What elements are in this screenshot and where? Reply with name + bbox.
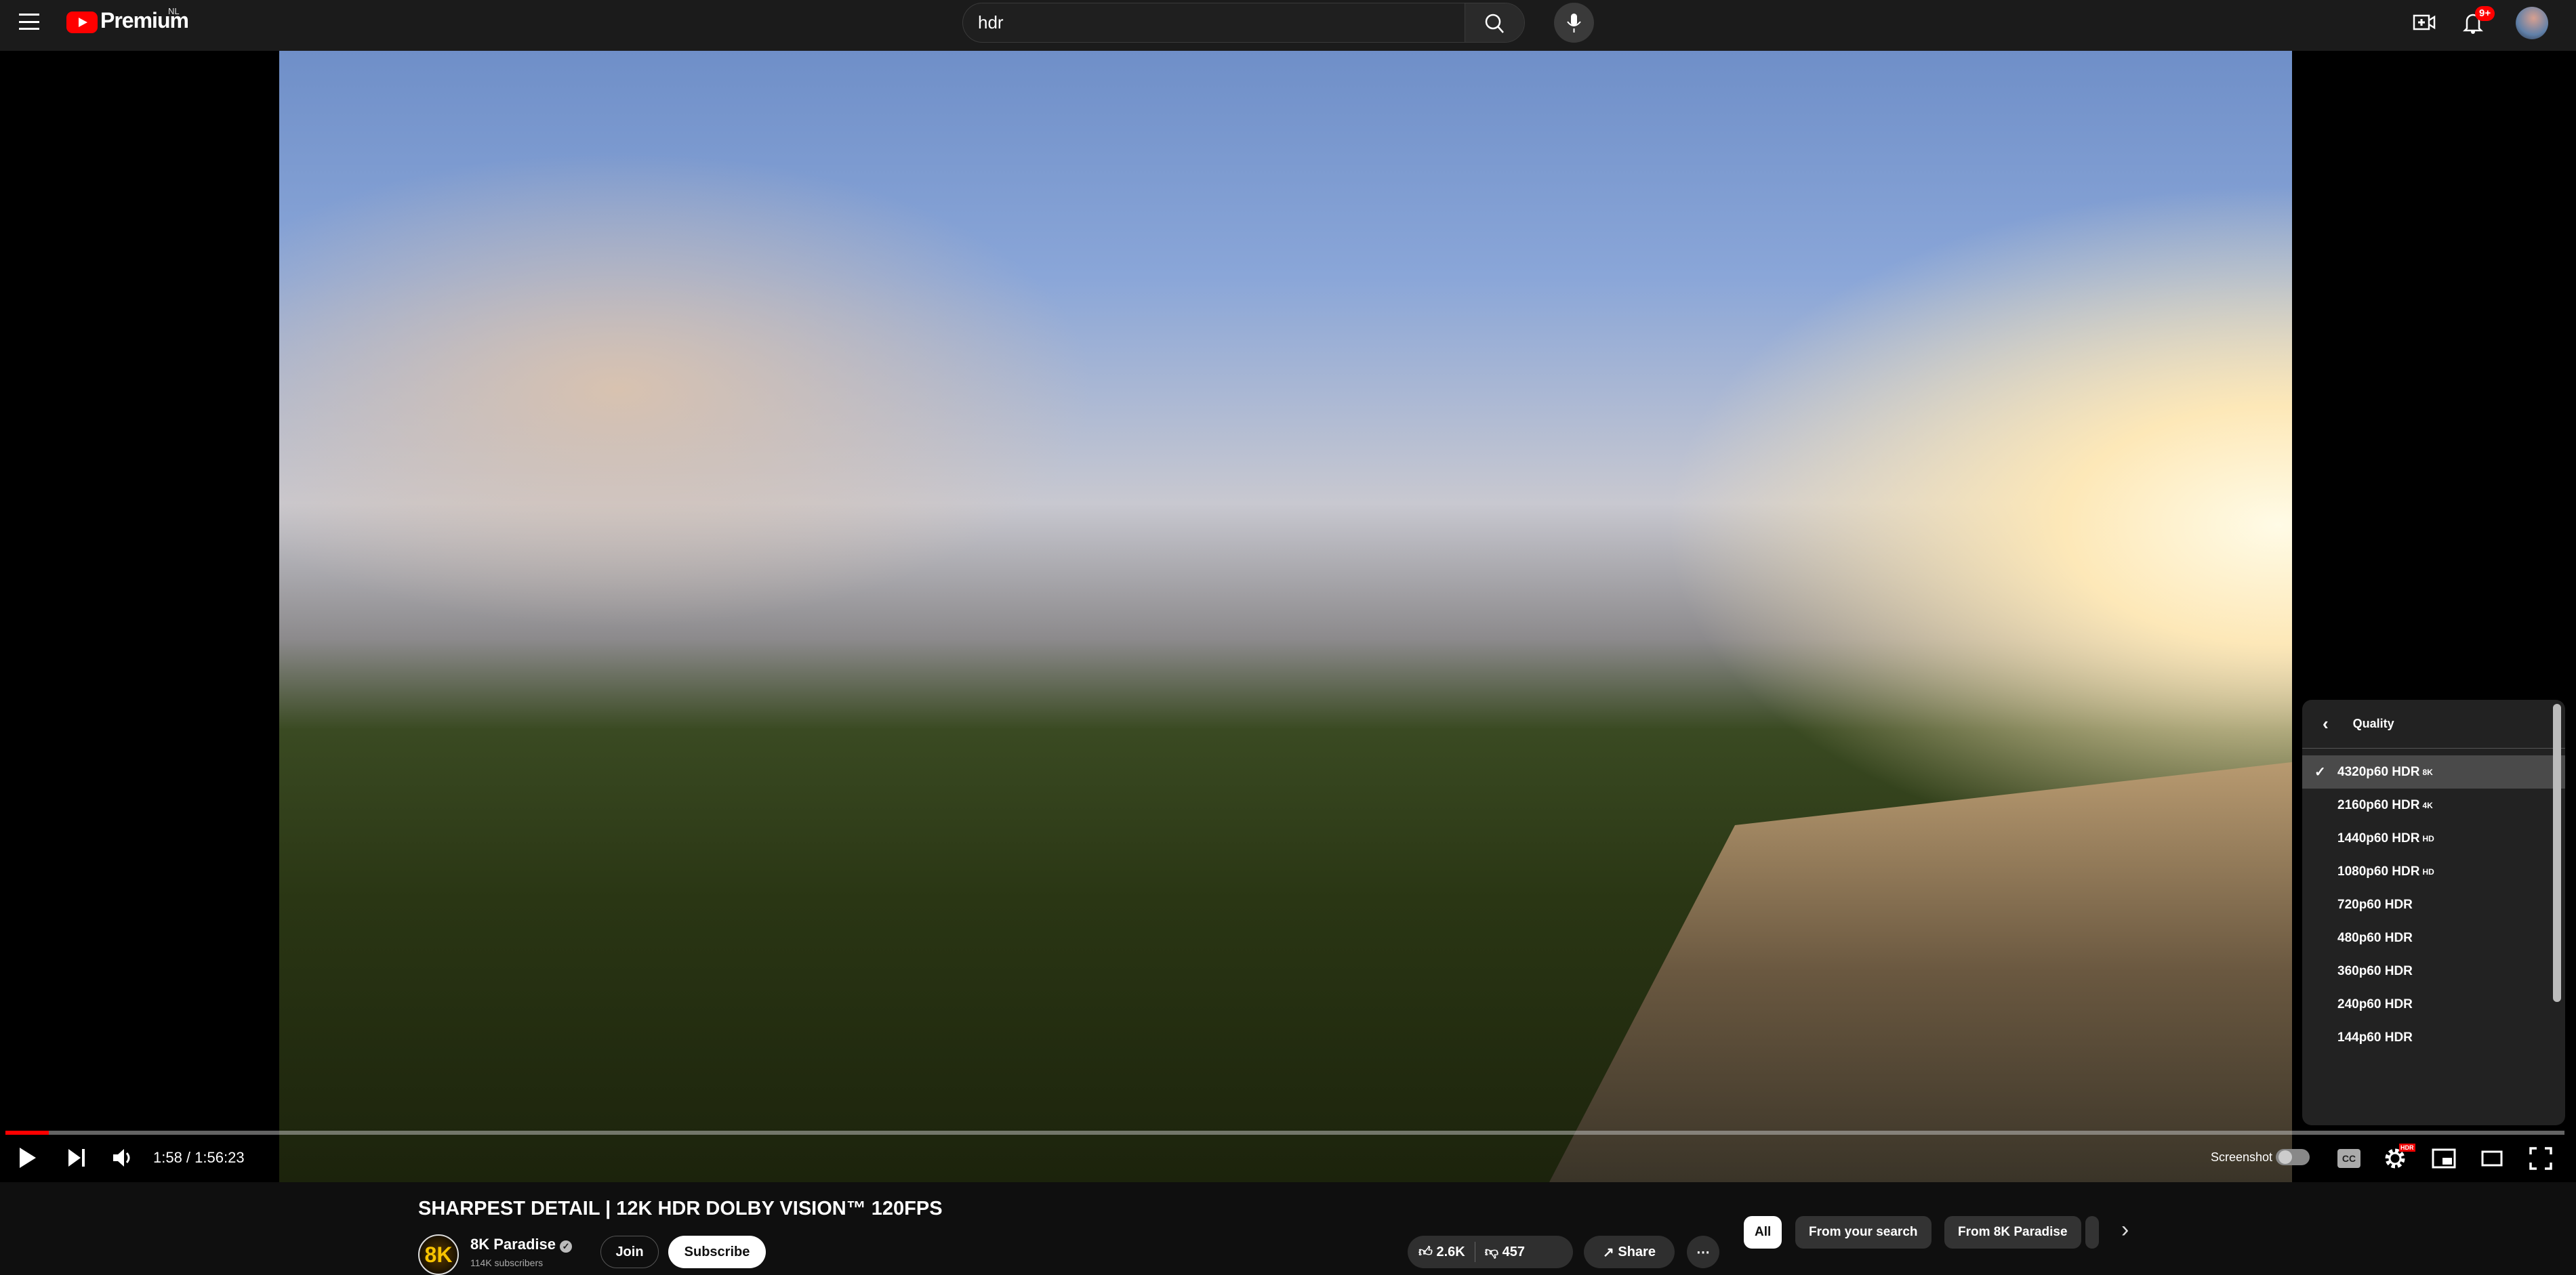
quality-option[interactable]: 360p60 HDR [2302, 955, 2565, 988]
time-display: 1:58 / 1:56:23 [153, 1149, 245, 1166]
search-input[interactable] [978, 3, 1425, 42]
video-title: SHARPEST DETAIL | 12K HDR DOLBY VISION™ … [418, 1198, 943, 1219]
quality-option[interactable]: 1080p60 HDR HD [2302, 855, 2565, 888]
checkmark-icon: ✓ [2314, 765, 2326, 780]
quality-option[interactable]: ✓ 4320p60 HDR 8K [2302, 755, 2565, 789]
quality-option-label: 720p60 HDR [2337, 897, 2413, 912]
quality-option[interactable]: 144p60 HDR [2302, 1021, 2565, 1054]
quality-badge: HD [2422, 833, 2434, 843]
fullscreen-icon[interactable] [2529, 1147, 2552, 1170]
quality-option-label: 1440p60 HDR [2337, 831, 2420, 845]
quality-option[interactable]: 1440p60 HDR HD [2302, 822, 2565, 855]
subscriber-count: 114K subscribers [470, 1257, 544, 1268]
volume-icon[interactable] [112, 1148, 135, 1168]
video-frame[interactable] [279, 51, 2292, 1182]
quality-option-label: 2160p60 HDR [2337, 797, 2420, 812]
search-icon [1485, 14, 1504, 33]
chip-all[interactable]: All [1744, 1216, 1782, 1249]
quality-option[interactable]: 480p60 HDR [2302, 921, 2565, 955]
quality-menu-title: Quality [2352, 717, 2394, 730]
region-code: NL [168, 6, 180, 16]
dislike-button[interactable]: 👎︎ 457 [1485, 1244, 1525, 1260]
next-video-icon[interactable] [66, 1148, 87, 1168]
thumbs-down-icon: 👎︎ [1484, 1245, 1499, 1259]
quality-badge: HD [2422, 866, 2434, 877]
quality-option[interactable]: 720p60 HDR [2302, 888, 2565, 921]
screenshot-label: Screenshot [2211, 1150, 2273, 1164]
top-bar: Premium NL ✕ 9+ [0, 0, 2576, 51]
channel-name[interactable]: 8K Paradise ✓ [470, 1236, 573, 1253]
chip-overflow[interactable] [2085, 1216, 2099, 1249]
user-avatar[interactable] [2516, 7, 2548, 39]
share-label: Share [1618, 1244, 1656, 1259]
quality-menu-header[interactable]: ‹ Quality [2302, 700, 2565, 749]
share-arrow-icon: ↗ [1603, 1245, 1618, 1260]
quality-option-label: 240p60 HDR [2337, 997, 2413, 1011]
thumbs-up-icon: 👍︎ [1418, 1245, 1433, 1259]
theater-mode-icon[interactable] [2480, 1150, 2503, 1167]
play-icon[interactable] [17, 1146, 37, 1169]
screenshot-toggle[interactable] [2276, 1149, 2310, 1165]
quality-option-label: 360p60 HDR [2337, 963, 2413, 978]
dislike-count: 457 [1502, 1245, 1525, 1259]
youtube-logo-icon[interactable] [66, 12, 98, 33]
progress-bar[interactable] [5, 1131, 2564, 1135]
progress-bar-fill [5, 1131, 49, 1135]
chip-from-your-search[interactable]: From your search [1795, 1216, 1931, 1249]
chip-from-channel[interactable]: From 8K Paradise [1944, 1216, 2081, 1249]
quality-badge: 4K [2422, 800, 2433, 810]
hamburger-menu-icon[interactable] [19, 14, 39, 30]
channel-avatar[interactable]: 8K [418, 1234, 459, 1275]
captions-icon[interactable]: CC [2337, 1149, 2360, 1168]
search-box: ✕ [962, 3, 1525, 43]
quality-menu: ‹ Quality ✓ 4320p60 HDR 8K 2160p60 HDR 4K 1440… [2302, 700, 2565, 1125]
quality-option-label: 480p60 HDR [2337, 930, 2413, 945]
hdr-badge: HDR [2399, 1144, 2415, 1152]
miniplayer-icon[interactable] [2432, 1148, 2456, 1169]
quality-option[interactable]: 2160p60 HDR 4K [2302, 789, 2565, 822]
channel-name-text: 8K Paradise [470, 1236, 556, 1253]
quality-option-label: 144p60 HDR [2337, 1030, 2413, 1045]
notification-badge: 9+ [2475, 6, 2495, 21]
like-count: 2.6K [1436, 1245, 1465, 1259]
like-button[interactable]: 👍︎ 2.6K [1418, 1244, 1465, 1260]
quality-option[interactable]: 240p60 HDR [2302, 988, 2565, 1021]
quality-option-label: 4320p60 HDR [2337, 764, 2420, 779]
search-button[interactable] [1465, 3, 1524, 42]
microphone-icon [1567, 14, 1581, 33]
voice-search-button[interactable] [1554, 3, 1594, 43]
create-video-icon[interactable] [2413, 14, 2436, 31]
verified-check-icon: ✓ [560, 1240, 573, 1253]
quality-badge: 8K [2422, 767, 2433, 777]
chips-next-chevron-icon[interactable]: › [2121, 1217, 2129, 1243]
quality-option-label: 1080p60 HDR [2337, 864, 2420, 879]
back-chevron-icon[interactable]: ‹ [2323, 713, 2329, 734]
quality-menu-scrollbar[interactable] [2553, 704, 2561, 1002]
video-scene-sea [1549, 762, 2292, 1182]
